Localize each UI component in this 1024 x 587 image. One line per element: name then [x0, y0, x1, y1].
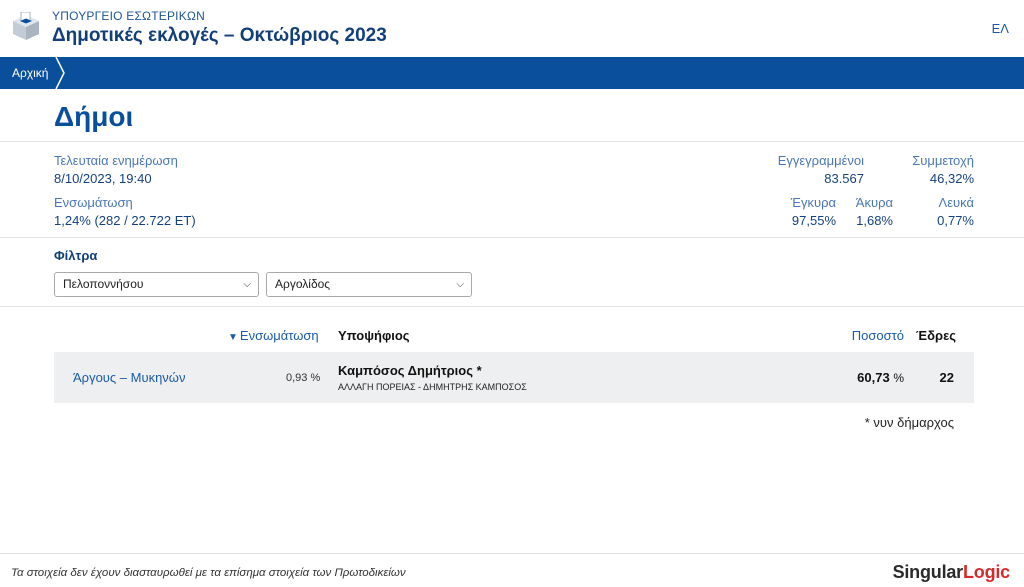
divider — [0, 141, 1024, 142]
breadcrumb-separator-icon — [55, 57, 65, 89]
footer: Τα στοιχεία δεν έχουν διασταυρωθεί με τα… — [0, 553, 1024, 587]
chevron-down-icon: ⌵ — [243, 279, 251, 290]
unit-select-value: Αργολίδος — [275, 277, 331, 291]
registered-label: Εγγεγραμμένοι — [777, 153, 864, 168]
sort-integration-header[interactable]: ▼ Ενσωμάτωση — [228, 328, 319, 343]
row-percent-unit: % — [893, 371, 904, 385]
divider — [0, 306, 1024, 307]
app-header: ΥΠΟΥΡΓΕΙΟ ΕΣΩΤΕΡΙΚΩΝ Δημοτικές εκλογές –… — [0, 0, 1024, 57]
brand-logo-main: Singular — [892, 562, 964, 582]
app-title[interactable]: Δημοτικές εκλογές – Οκτώβριος 2023 — [52, 25, 387, 47]
row-percent: 60,73 % — [857, 370, 904, 385]
blank-label: Λευκά — [938, 195, 974, 210]
filters-label: Φίλτρα — [54, 248, 98, 263]
row-seats: 22 — [939, 370, 954, 385]
language-switch[interactable]: ΕΛ — [992, 21, 1009, 36]
ballot-box-icon — [13, 12, 39, 40]
page-title: Δήμοι — [54, 101, 134, 132]
valid-value: 97,55% — [791, 213, 836, 228]
sort-desc-icon: ▼ — [228, 332, 238, 343]
turnout-label: Συμμετοχή — [912, 153, 974, 168]
seats-header: Έδρες — [916, 328, 956, 343]
sort-percent-header[interactable]: Ποσοστό — [852, 328, 904, 343]
integration-value: 1,24% (282 / 22.722 ΕΤ) — [54, 213, 196, 228]
table-row: Άργους – Μυκηνών 0,93 % Καμπόσος Δημήτρι… — [54, 352, 974, 403]
chevron-down-icon: ⌵ — [456, 279, 464, 290]
ministry-name: ΥΠΟΥΡΓΕΙΟ ΕΣΩΤΕΡΙΚΩΝ — [52, 9, 205, 23]
disclaimer-text: Τα στοιχεία δεν έχουν διασταυρωθεί με τα… — [11, 567, 406, 579]
integration-label: Ενσωμάτωση — [54, 195, 133, 210]
region-select-value: Πελοποννήσου — [63, 277, 144, 291]
row-integration: 0,93 % — [286, 372, 321, 384]
footnote: * νυν δήμαρχος — [864, 415, 954, 430]
breadcrumb-bar: Αρχική — [0, 57, 1024, 89]
integration-header-label: Ενσωμάτωση — [239, 328, 319, 343]
brand-logo-accent: Logic — [963, 562, 1010, 582]
municipality-link[interactable]: Άργους – Μυκηνών — [73, 370, 185, 385]
brand-logo[interactable]: SingularLogic — [892, 562, 1011, 583]
region-select[interactable]: Πελοποννήσου ⌵ — [54, 272, 259, 297]
valid-label: Έγκυρα — [790, 195, 836, 210]
candidate-name: Καμπόσος Δημήτριος * — [338, 363, 482, 378]
invalid-value: 1,68% — [856, 213, 893, 228]
turnout-value: 46,32% — [929, 171, 974, 186]
last-update-value: 8/10/2023, 19:40 — [54, 171, 152, 186]
registered-value: 83.567 — [824, 171, 864, 186]
blank-value: 0,77% — [937, 213, 974, 228]
candidate-header: Υποψήφιος — [338, 328, 410, 343]
divider — [0, 237, 1024, 238]
invalid-label: Άκυρα — [855, 195, 893, 210]
unit-select[interactable]: Αργολίδος ⌵ — [266, 272, 472, 297]
row-percent-value: 60,73 — [857, 370, 890, 385]
party-name: ΑΛΛΑΓΗ ΠΟΡΕΙΑΣ - ΔΗΜΗΤΡΗΣ ΚΑΜΠΟΣΟΣ — [338, 382, 527, 392]
last-update-label: Τελευταία ενημέρωση — [54, 153, 178, 168]
